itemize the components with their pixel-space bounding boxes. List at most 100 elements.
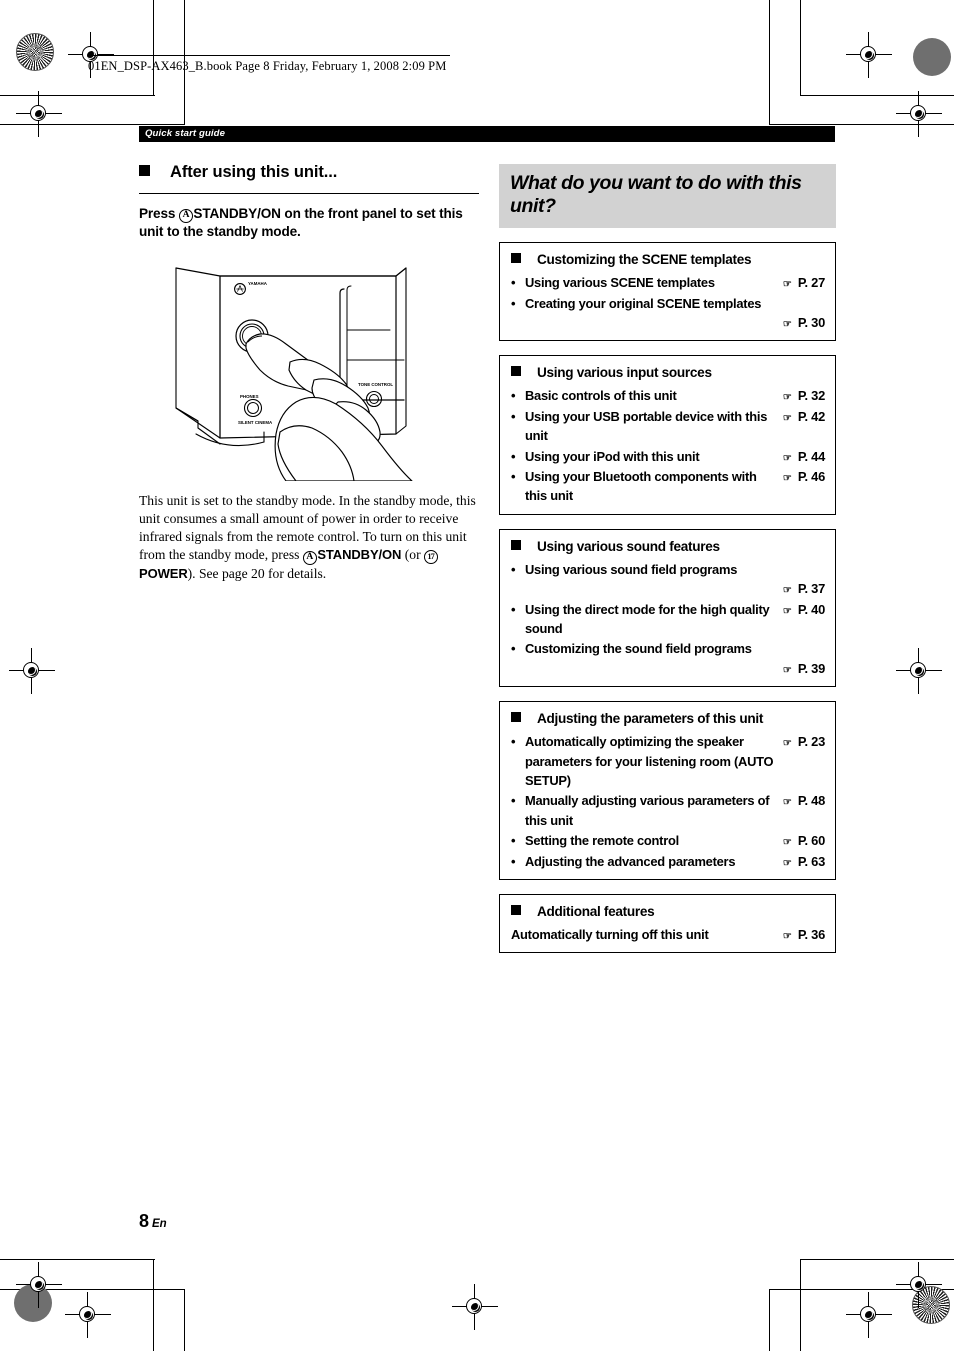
feature-link-label: Manually adjusting various parameters of… xyxy=(525,793,770,828)
page-reference[interactable]: ☞ P. 36 xyxy=(783,925,825,944)
page-reference[interactable]: ☞ P. 42 xyxy=(783,407,825,426)
density-dot-top-right xyxy=(913,38,951,76)
section-tab: Quick start guide xyxy=(139,126,835,142)
page-reference[interactable]: ☞ P. 60 xyxy=(783,831,825,850)
body-paragraph: This unit is set to the standby mode. In… xyxy=(139,492,479,583)
feature-link-item[interactable]: • Using your USB portable device with thi… xyxy=(511,407,825,446)
page-reference[interactable]: ☞ P. 48 xyxy=(783,791,825,810)
square-bullet-icon xyxy=(511,366,521,377)
pointing-hand-icon: ☞ xyxy=(782,473,792,485)
square-bullet-icon xyxy=(139,164,150,176)
page-reference[interactable]: ☞ P. 37 xyxy=(511,579,825,598)
feature-link-label: Basic controls of this unit xyxy=(525,388,677,404)
feature-link-label: Using the direct mode for the high quali… xyxy=(525,601,770,637)
section-heading-text: After using this unit... xyxy=(170,162,338,181)
feature-link-item[interactable]: • Automatically optimizing the speaker pa… xyxy=(511,732,825,790)
feature-link-item[interactable]: • Using the direct mode for the high qual… xyxy=(511,600,825,639)
feature-box-heading: Using various sound features xyxy=(511,539,825,554)
page-reference-label: P. 36 xyxy=(797,927,825,943)
figure-silent-cinema-label: SILENT CINEMA xyxy=(238,420,273,425)
registration-mark-bottom-right xyxy=(846,1292,892,1338)
page-reference-label: P. 40 xyxy=(797,601,825,617)
page-reference-label: P. 39 xyxy=(797,660,825,676)
feature-link-label: Creating your original SCENE templates xyxy=(525,295,762,311)
page-reference-label: P. 44 xyxy=(797,448,825,464)
page-reference[interactable]: ☞ P. 63 xyxy=(783,852,825,871)
feature-link-item[interactable]: • Using various SCENE templates ☞ P. 27 xyxy=(511,273,825,293)
registration-mark-bottom-left-inner xyxy=(16,1262,62,1308)
page-reference[interactable]: ☞ P. 30 xyxy=(511,313,825,332)
page-reference-label: P. 30 xyxy=(797,315,825,330)
pointing-hand-icon: ☞ xyxy=(782,857,792,869)
heading-divider xyxy=(139,192,479,194)
right-column-title: What do you want to do with this unit? xyxy=(499,164,836,228)
feature-link-item[interactable]: • Adjusting the advanced parameters ☞ P. 63 xyxy=(511,852,825,872)
manual-page: 01EN_DSP-AX463_B.book Page 8 Friday, Feb… xyxy=(0,0,954,1351)
lead-control-name: STANDBY/ON xyxy=(193,205,281,221)
feature-link-label: Setting the remote control xyxy=(525,833,679,849)
pointing-hand-icon: ☞ xyxy=(782,664,792,676)
page-reference[interactable]: ☞ P. 44 xyxy=(783,447,825,466)
feature-box: Customizing the SCENE templates • Using va… xyxy=(499,242,836,342)
feature-link-item[interactable]: • Basic controls of this unit ☞ P. 32 xyxy=(511,386,825,406)
page-reference-label: P. 60 xyxy=(797,833,825,849)
page-reference[interactable]: ☞ P. 32 xyxy=(783,386,825,405)
registration-mark-bottom-center xyxy=(452,1284,498,1330)
round-bullet-icon: • xyxy=(511,734,516,750)
feature-box: Using various input sources • Basic contro… xyxy=(499,355,836,515)
feature-link-label: Using various SCENE templates xyxy=(525,275,715,290)
page-reference-label: P. 32 xyxy=(797,388,825,404)
circled-a-icon: A xyxy=(178,209,193,223)
feature-link-label: Adjusting the advanced parameters xyxy=(525,853,736,869)
page-reference[interactable]: ☞ P. 39 xyxy=(511,659,825,678)
round-bullet-icon: • xyxy=(511,641,516,657)
page-reference-label: P. 48 xyxy=(797,793,825,809)
feature-link-item[interactable]: • Customizing the sound field programs xyxy=(511,639,825,659)
body-mid: (or xyxy=(401,547,424,563)
feature-box-heading-text: Customizing the SCENE templates xyxy=(537,252,752,267)
page-reference[interactable]: ☞ P. 27 xyxy=(783,273,825,292)
feature-box-heading: Adjusting the parameters of this unit xyxy=(511,711,825,726)
feature-link-item[interactable]: • Using various sound field programs xyxy=(511,560,825,580)
round-bullet-icon: • xyxy=(511,295,516,311)
pointing-hand-icon: ☞ xyxy=(782,319,792,330)
round-bullet-icon: • xyxy=(511,853,516,869)
square-bullet-icon xyxy=(511,712,521,723)
pointing-hand-icon: ☞ xyxy=(782,738,792,750)
page-reference-label: P. 23 xyxy=(797,734,825,750)
left-column: Quick start guide After using this unit.… xyxy=(139,126,835,241)
feature-link-label: Using your Bluetooth components with thi… xyxy=(525,469,757,504)
page-language: En xyxy=(152,1218,167,1230)
halftone-star-target xyxy=(16,33,54,71)
page-reference[interactable]: ☞ P. 46 xyxy=(783,467,825,486)
pointing-hand-icon: ☞ xyxy=(782,279,792,290)
registration-mark-bottom-right-inner xyxy=(896,1262,942,1308)
registration-mark-top-right xyxy=(846,32,892,78)
feature-link-item[interactable]: • Setting the remote control ☞ P. 60 xyxy=(511,831,825,851)
pointing-hand-icon: ☞ xyxy=(782,797,792,809)
page-reference-label: P. 63 xyxy=(797,853,825,869)
figure-brand-label: YAMAHA xyxy=(248,281,268,286)
page-reference[interactable]: ☞ P. 40 xyxy=(783,600,825,619)
body-control-standby: STANDBY/ON xyxy=(317,547,402,563)
feature-link-item[interactable]: •Automatically turning off this unit☞P. … xyxy=(511,925,825,944)
feature-link-label: Using your USB portable device with this… xyxy=(525,408,768,444)
page-reference[interactable]: ☞ P. 23 xyxy=(783,732,825,751)
round-bullet-icon: • xyxy=(511,388,516,404)
round-bullet-icon: • xyxy=(511,469,516,485)
section-heading: After using this unit... xyxy=(139,163,479,182)
running-head: 01EN_DSP-AX463_B.book Page 8 Friday, Feb… xyxy=(88,55,451,74)
feature-link-item[interactable]: • Using your iPod with this unit ☞ P. 44 xyxy=(511,447,825,467)
feature-link-item[interactable]: • Manually adjusting various parameters o… xyxy=(511,791,825,830)
feature-link-item[interactable]: • Using your Bluetooth components with th… xyxy=(511,467,825,506)
pointing-hand-icon: ☞ xyxy=(782,931,792,943)
feature-link-label: Using various sound field programs xyxy=(525,561,738,577)
pointing-hand-icon: ☞ xyxy=(782,452,792,464)
page-reference-label: P. 46 xyxy=(797,469,825,485)
figure-phones-label: PHONES xyxy=(240,394,259,399)
round-bullet-icon: • xyxy=(511,561,516,577)
registration-mark-bottom-left xyxy=(65,1292,111,1338)
feature-link-label: Automatically turning off this unit xyxy=(511,927,709,943)
right-column: What do you want to do with this unit? C… xyxy=(499,164,836,954)
feature-link-item[interactable]: • Creating your original SCENE templates xyxy=(511,294,825,314)
